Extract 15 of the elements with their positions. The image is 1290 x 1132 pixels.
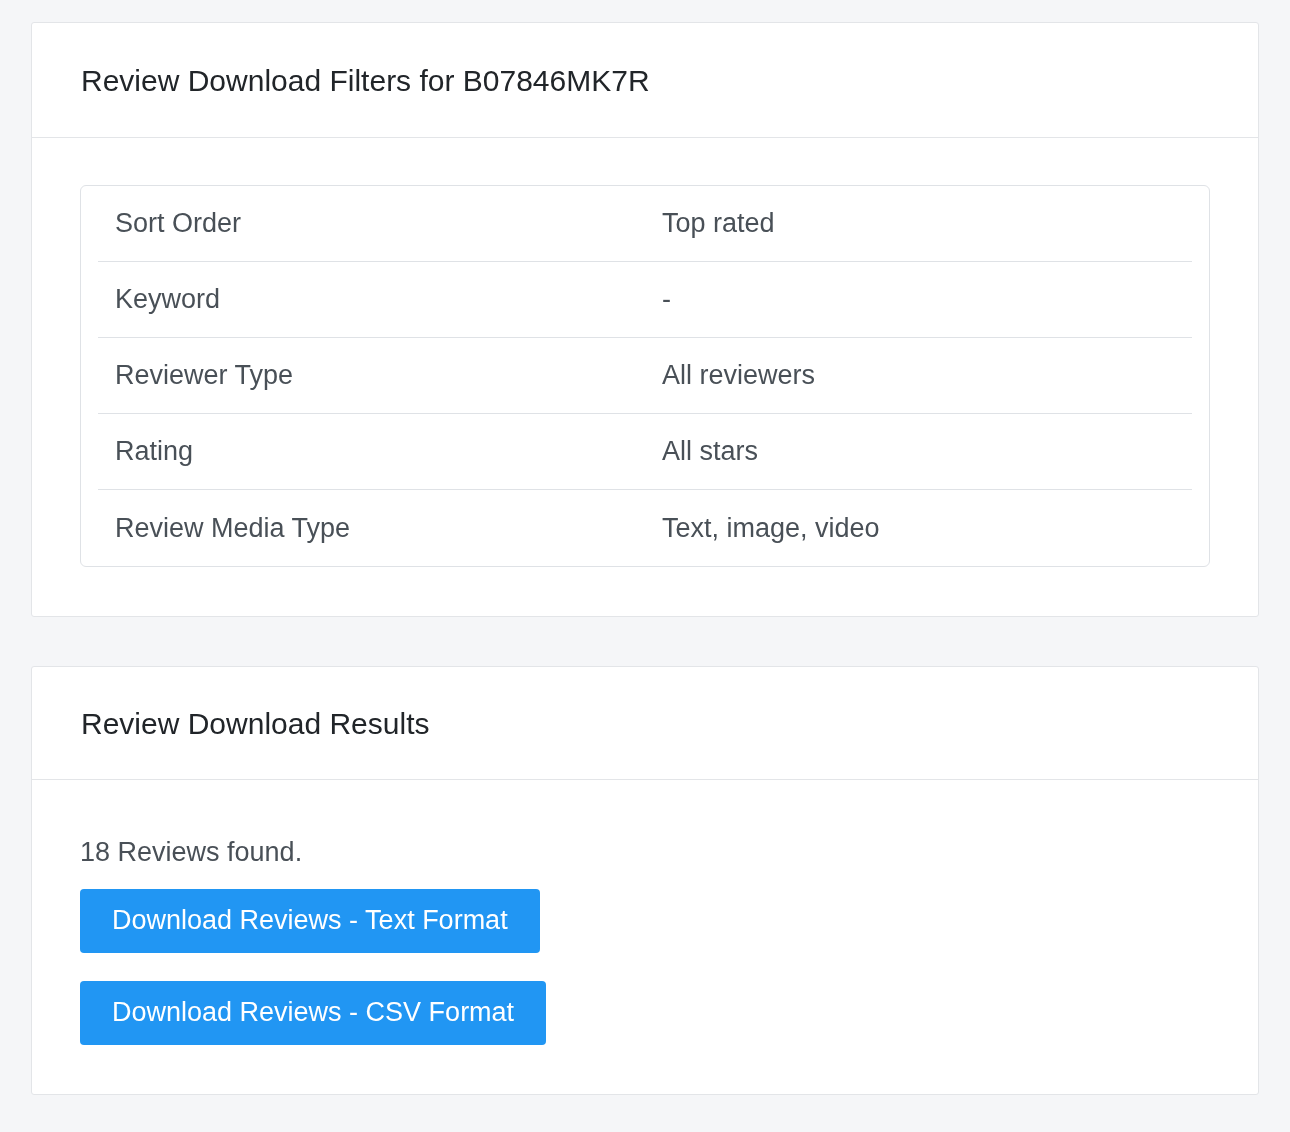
filter-label: Rating [114,435,195,469]
card-title: Review Download Results [81,705,430,742]
download-button[interactable]: Download Reviews - Text Format [80,888,540,953]
download-button[interactable]: Download Reviews - CSV Format [80,980,547,1045]
filter-value: Text, image, video [662,511,880,545]
filter-value: - [662,283,671,317]
filter-value: Top rated [662,207,775,241]
filter-value: All reviewers [662,359,816,393]
results-summary: 18 Reviews found. [80,836,303,869]
card-title: Review Download Filters for B07846MK7R [81,62,650,99]
filter-value: All stars [662,435,759,469]
filter-label: Keyword [114,283,222,317]
filter-label: Reviewer Type [114,359,295,393]
filter-label: Review Media Type [114,511,352,545]
filter-label: Sort Order [114,207,243,241]
